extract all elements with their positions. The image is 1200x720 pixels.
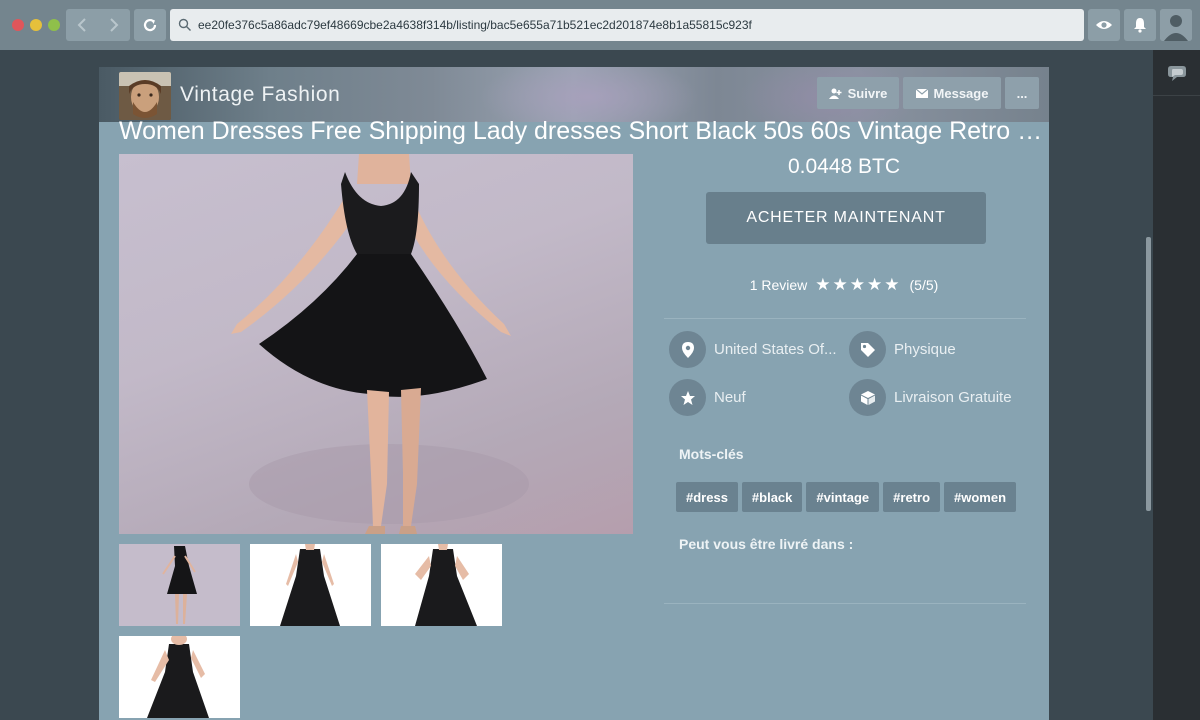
shop-banner: Vintage Fashion Suivre Message ...	[99, 67, 1049, 122]
more-label: ...	[1016, 85, 1028, 101]
user-avatar[interactable]	[1160, 9, 1192, 41]
review-count: 1 Review	[749, 277, 808, 293]
thumbnail-image	[147, 636, 209, 718]
shipping-text: Livraison Gratuite	[894, 389, 1012, 406]
shop-avatar-image	[119, 72, 171, 120]
delivery-title: Peut vous être livré dans :	[679, 536, 854, 552]
tag-chip[interactable]: #retro	[883, 482, 941, 512]
user-avatar-icon	[1160, 9, 1192, 41]
meta-location: United States Of...	[669, 331, 837, 368]
reload-icon	[143, 18, 157, 32]
banner-decoration	[479, 67, 699, 122]
message-label: Message	[933, 85, 989, 101]
more-options-button[interactable]: ...	[1005, 77, 1039, 109]
page-scrollbar[interactable]	[1146, 237, 1151, 511]
thumbnail-image	[280, 544, 340, 626]
star-icon	[669, 379, 706, 416]
buy-now-button[interactable]: ACHETER MAINTENANT	[706, 192, 986, 244]
thumbnail-2[interactable]	[250, 544, 371, 626]
keywords-title: Mots-clés	[679, 446, 744, 462]
bell-icon	[1134, 18, 1146, 33]
follow-button[interactable]: Suivre	[817, 77, 899, 109]
eye-icon	[1096, 21, 1112, 29]
url-text: ee20fe376c5a86adc79ef48669cbe2a4638f314b…	[198, 18, 752, 32]
eye-button[interactable]	[1088, 9, 1120, 41]
window-minimize-dot[interactable]	[30, 19, 42, 31]
type-text: Physique	[894, 341, 956, 358]
tag-chip[interactable]: #women	[944, 482, 1017, 512]
back-button[interactable]	[66, 9, 98, 41]
meta-condition: Neuf	[669, 379, 746, 416]
tag-icon	[849, 331, 886, 368]
browser-toolbar: ee20fe376c5a86adc79ef48669cbe2a4638f314b…	[0, 0, 1200, 50]
chevron-right-icon	[110, 18, 119, 32]
add-user-icon	[828, 88, 842, 99]
meta-shipping: Livraison Gratuite	[849, 379, 1012, 416]
shop-name[interactable]: Vintage Fashion	[180, 83, 340, 107]
chat-button[interactable]	[1153, 50, 1200, 96]
thumbnail-image	[415, 544, 477, 626]
chevron-left-icon	[77, 18, 86, 32]
star-rating: ★★★★★	[815, 275, 902, 294]
divider	[664, 603, 1026, 604]
tag-chip[interactable]: #vintage	[806, 482, 880, 512]
window-close-dot[interactable]	[12, 19, 24, 31]
condition-text: Neuf	[714, 389, 746, 406]
envelope-icon	[915, 88, 928, 98]
forward-button[interactable]	[98, 9, 130, 41]
follow-label: Suivre	[847, 85, 888, 101]
rating-text: (5/5)	[909, 277, 939, 293]
meta-type: Physique	[849, 331, 956, 368]
dress-photo	[231, 154, 529, 534]
chat-icon	[1167, 65, 1186, 81]
reload-button[interactable]	[134, 9, 166, 41]
nav-buttons	[66, 9, 130, 41]
location-text: United States Of...	[714, 341, 837, 358]
tag-chip[interactable]: #black	[741, 482, 803, 512]
listing-card: Vintage Fashion Suivre Message ... Women…	[99, 67, 1049, 720]
tag-chip[interactable]: #dress	[676, 482, 738, 512]
thumbnail-1[interactable]	[119, 544, 240, 626]
tag-list: #dress #black #vintage #retro #women	[676, 482, 1017, 512]
search-icon	[178, 18, 191, 31]
notifications-button[interactable]	[1124, 9, 1156, 41]
right-sidebar	[1153, 50, 1200, 720]
message-button[interactable]: Message	[903, 77, 1001, 109]
thumbnail-4[interactable]	[119, 636, 240, 718]
main-product-image[interactable]	[119, 154, 633, 534]
address-bar[interactable]: ee20fe376c5a86adc79ef48669cbe2a4638f314b…	[170, 9, 1084, 41]
listing-title: Women Dresses Free Shipping Lady dresses…	[119, 117, 1044, 145]
thumbnail-image	[162, 546, 197, 624]
box-icon	[849, 379, 886, 416]
shop-avatar[interactable]	[119, 72, 171, 120]
listing-price: 0.0448 BTC	[787, 155, 901, 178]
divider	[664, 318, 1026, 319]
review-summary[interactable]: 1 Review ★★★★★ (5/5)	[664, 275, 1024, 295]
window-maximize-dot[interactable]	[48, 19, 60, 31]
map-pin-icon	[669, 331, 706, 368]
thumbnail-3[interactable]	[381, 544, 502, 626]
